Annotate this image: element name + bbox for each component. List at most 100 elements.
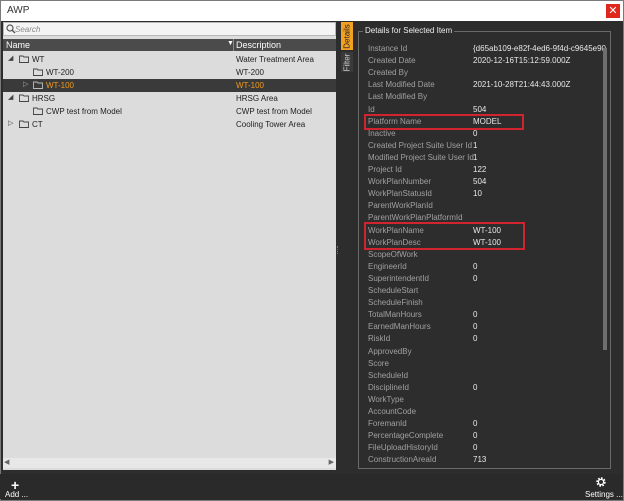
tab-filter[interactable]: Filter	[341, 52, 353, 72]
bottom-toolbar	[0, 474, 622, 499]
property-row: ScheduleId	[368, 371, 608, 383]
property-key: Last Modified Date	[368, 80, 435, 90]
property-value: 713	[473, 455, 487, 465]
details-scroll-thumb[interactable]	[603, 48, 607, 350]
property-key: AccountCode	[368, 407, 417, 416]
tree-row-description: HRSG Area	[236, 94, 278, 103]
property-key: ScheduleId	[368, 370, 409, 380]
expand-arrow-icon[interactable]: ▷	[23, 80, 28, 88]
property-key: SuperintendentId	[368, 273, 429, 283]
folder-icon	[19, 55, 29, 63]
collapse-arrow-icon[interactable]: ◢	[8, 54, 13, 62]
property-row: PercentageComplete 0	[368, 431, 608, 443]
tree-header: Name ▼ Description	[3, 39, 336, 51]
column-name-header[interactable]: Name	[6, 40, 30, 50]
collapse-arrow-icon[interactable]: ◢	[8, 93, 13, 101]
close-button[interactable]: ✕	[606, 4, 620, 18]
tree-row[interactable]: ◢ WT Water Treatment Area	[3, 53, 336, 66]
property-value: 10	[473, 189, 482, 199]
property-key: Created Date	[368, 56, 416, 66]
expand-arrow-icon[interactable]: ▷	[8, 119, 13, 127]
property-value: 0	[473, 261, 478, 271]
property-row: Created Date 2020-12-16T15:12:59.000Z	[368, 56, 608, 68]
tab-details[interactable]: Details	[341, 22, 353, 50]
property-key: ScopeOfWork	[368, 249, 418, 259]
splitter-handle[interactable]	[337, 246, 339, 254]
property-value: 0	[473, 322, 478, 332]
property-key: ApprovedBy	[368, 346, 412, 356]
tree-row[interactable]: WT-200 WT-200	[3, 66, 336, 79]
scroll-right-icon[interactable]: ▶	[329, 458, 334, 466]
property-row: Inactive 0	[368, 129, 608, 141]
property-value: 0	[473, 273, 478, 283]
property-row: WorkType	[368, 395, 608, 407]
property-key: DisciplineId	[368, 382, 409, 392]
property-row: FileUploadHistoryId 0	[368, 443, 608, 455]
horizontal-scrollbar[interactable]: ◀ ▶	[3, 458, 336, 468]
tree-row[interactable]: ◢ HRSG HRSG Area	[3, 92, 336, 105]
property-key: WorkPlanNumber	[368, 177, 431, 187]
property-row: Project Id 122	[368, 165, 608, 177]
property-key: PercentageComplete	[368, 431, 444, 441]
tree-row-name: WT	[32, 55, 45, 64]
gear-icon[interactable]	[595, 476, 607, 488]
window-title: AWP	[7, 5, 30, 16]
property-key: ForemanId	[368, 419, 407, 429]
property-key: Project Id	[368, 165, 402, 174]
details-scrollbar[interactable]	[602, 40, 608, 466]
property-key: Last Modified By	[368, 92, 428, 102]
details-title: Details for Selected Item	[363, 26, 455, 35]
property-key: Created Project Suite User Id	[368, 140, 473, 150]
property-key: FileUploadHistoryId	[368, 443, 438, 453]
column-description-header[interactable]: Description	[236, 40, 281, 50]
search-placeholder: Search	[15, 25, 41, 34]
property-value: 0	[473, 419, 478, 429]
property-row: Score	[368, 359, 608, 371]
folder-icon	[19, 120, 29, 128]
property-row: ScheduleFinish	[368, 298, 608, 310]
property-row: Instance Id {d65ab109-e82f-4ed6-9f4d-c964…	[368, 44, 608, 56]
tree-row-description: WT-100	[236, 81, 265, 90]
property-value: 2020-12-16T15:12:59.000Z	[473, 56, 571, 66]
property-value: 0	[473, 334, 478, 344]
tree-row[interactable]: CWP test from Model CWP test from Model	[3, 105, 336, 118]
property-key: ParentWorkPlanId	[368, 201, 433, 211]
tree-panel: Search Name ▼ Description ◢ WT Water Treat…	[3, 22, 336, 470]
property-row: WorkPlanStatusId 10	[368, 189, 608, 201]
property-key: Id	[368, 104, 375, 114]
add-button-label[interactable]: Add ...	[5, 490, 28, 499]
property-key: ConstructionAreaId	[368, 455, 437, 465]
property-value: 0	[473, 382, 478, 392]
property-key: Created By	[368, 68, 409, 78]
tree-row[interactable]: ▷ CT Cooling Tower Area	[3, 118, 336, 131]
column-separator[interactable]	[233, 39, 234, 51]
tree-row-description: Cooling Tower Area	[236, 120, 306, 129]
property-row: ConstructionAreaId 713	[368, 455, 608, 467]
settings-button-label[interactable]: Settings ...	[585, 490, 623, 499]
tree-row-name: CWP test from Model	[46, 107, 122, 116]
search-input[interactable]: Search	[3, 22, 336, 36]
property-value: 0	[473, 431, 478, 441]
scroll-left-icon[interactable]: ◀	[4, 458, 9, 466]
property-key: ScheduleFinish	[368, 298, 423, 308]
folder-icon	[33, 107, 43, 115]
property-row: TotalManHours 0	[368, 310, 608, 322]
property-value: 1	[473, 152, 478, 162]
tree-row-description: WT-200	[236, 68, 265, 77]
tree-row-name: WT-200	[46, 68, 75, 77]
property-value: {d65ab109-e82f-4ed6-9f4d-c9645e907ad0}	[473, 44, 606, 53]
folder-icon	[33, 81, 43, 89]
property-row: ApprovedBy	[368, 347, 608, 359]
property-row: ForemanId 0	[368, 419, 608, 431]
property-key: Instance Id	[368, 44, 408, 53]
property-row: Last Modified Date 2021-10-28T21:44:43.00…	[368, 80, 608, 92]
tree-row[interactable]: ▷ WT-100 WT-100	[3, 79, 336, 92]
property-key: WorkPlanStatusId	[368, 189, 432, 199]
highlight-workplan-name-desc	[364, 222, 525, 250]
title-bar: AWP ✕	[1, 1, 623, 21]
property-key: RiskId	[368, 334, 391, 344]
property-value: 504	[473, 177, 487, 187]
highlight-platform-name	[364, 114, 524, 130]
property-value: 504	[473, 104, 487, 114]
property-value: 0	[473, 443, 478, 453]
